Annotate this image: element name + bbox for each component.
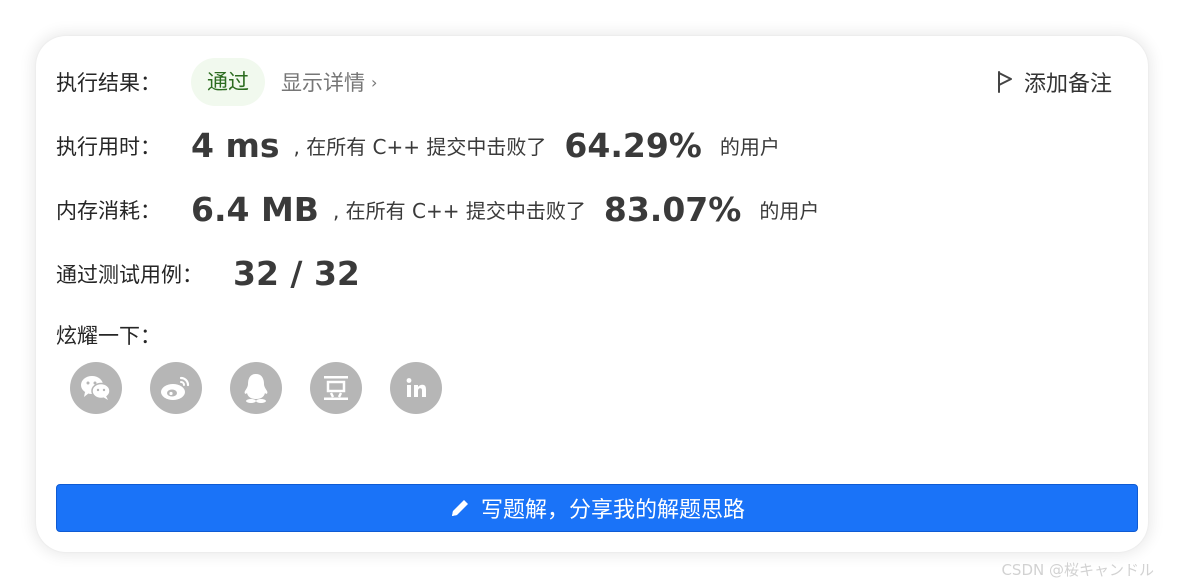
qq-icon[interactable]: [230, 362, 282, 414]
memory-label: 内存消耗：: [56, 198, 161, 223]
add-note-label: 添加备注: [1023, 72, 1112, 97]
share-label: 炫耀一下：: [56, 324, 161, 348]
runtime-suffix: 的用户: [719, 135, 780, 159]
wechat-icon[interactable]: [70, 362, 122, 414]
result-row: 执行结果： 通过 显示详情 ›: [56, 58, 377, 106]
show-details-label: 显示详情: [281, 71, 365, 95]
write-solution-button[interactable]: 写题解，分享我的解题思路: [56, 484, 1138, 532]
share-label-row: 炫耀一下：: [56, 320, 161, 350]
memory-percent: 83.07%: [603, 190, 742, 229]
memory-value: 6.4 MB: [191, 190, 319, 229]
status-badge: 通过: [191, 58, 265, 106]
runtime-beats-text: , 在所有 C++ 提交中击败了: [293, 135, 547, 159]
show-details-link[interactable]: 显示详情 ›: [281, 67, 377, 97]
result-label: 执行结果：: [56, 71, 161, 95]
memory-row: 内存消耗： 6.4 MB , 在所有 C++ 提交中击败了 83.07% 的用户: [56, 190, 819, 229]
write-solution-label: 写题解，分享我的解题思路: [480, 498, 745, 523]
runtime-percent: 64.29%: [564, 126, 702, 165]
tests-row: 通过测试用例： 32 / 32: [56, 254, 360, 293]
share-icons: [70, 362, 470, 414]
flag-icon: [997, 71, 1012, 93]
tests-label: 通过测试用例：: [56, 262, 203, 287]
runtime-label: 执行用时：: [56, 134, 161, 159]
memory-beats-text: , 在所有 C++ 提交中击败了: [332, 199, 586, 223]
pencil-icon: [451, 500, 468, 516]
douban-icon[interactable]: [310, 362, 362, 414]
runtime-value: 4 ms: [191, 126, 280, 165]
memory-suffix: 的用户: [759, 199, 820, 223]
watermark: CSDN @桜キャンドル: [1001, 561, 1154, 579]
submission-result-card: 执行结果： 通过 显示详情 › 添加备注 执行用时： 4 ms , 在所有 C+…: [36, 36, 1148, 552]
runtime-row: 执行用时： 4 ms , 在所有 C++ 提交中击败了 64.29% 的用户: [56, 126, 780, 165]
linkedin-icon[interactable]: [390, 362, 442, 414]
chevron-right-icon: ›: [371, 72, 378, 92]
add-note-button[interactable]: 添加备注: [996, 66, 1112, 98]
weibo-icon[interactable]: [150, 362, 202, 414]
tests-value: 32 / 32: [233, 254, 360, 293]
